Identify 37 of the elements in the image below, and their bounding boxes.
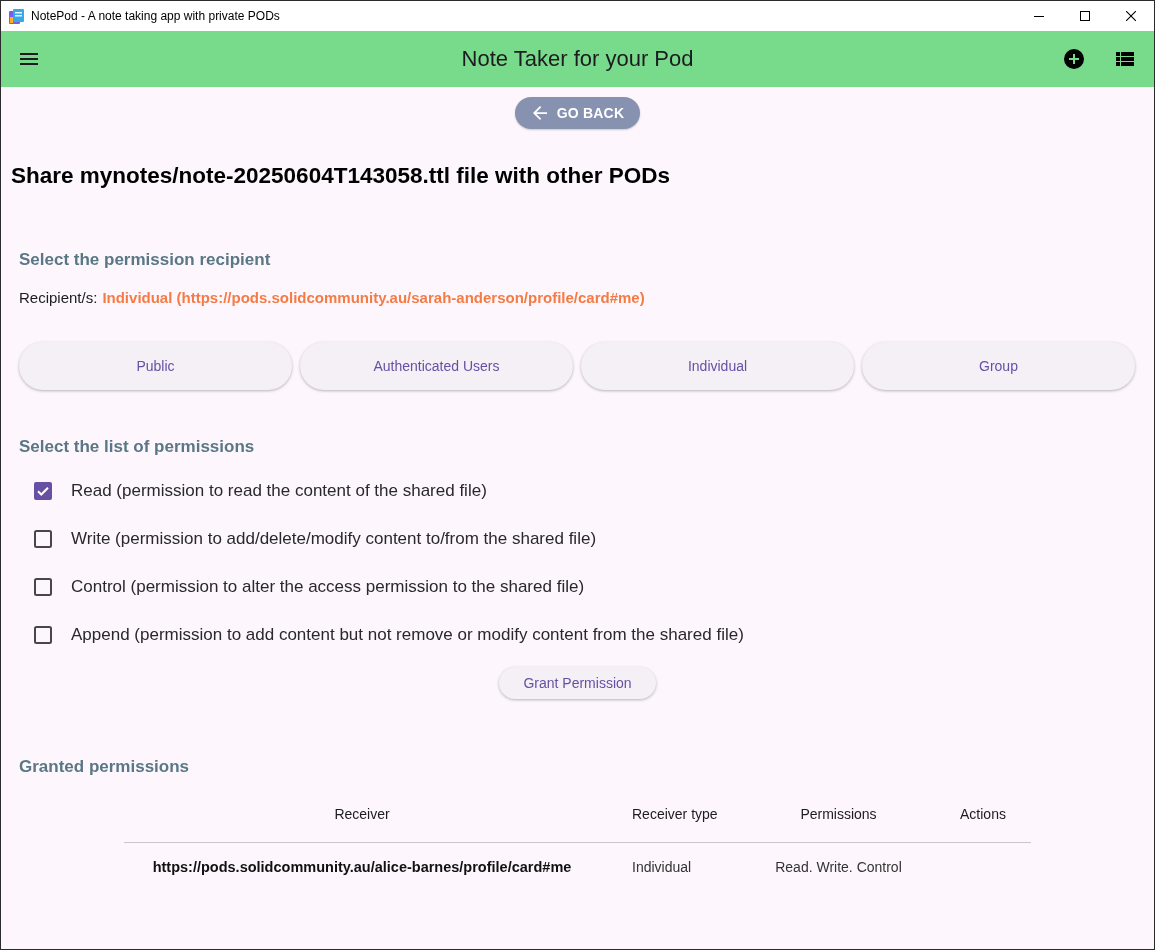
menu-icon[interactable] — [20, 53, 38, 65]
add-circle-icon[interactable] — [1064, 49, 1084, 69]
recipient-option-button[interactable]: Public — [19, 342, 292, 390]
table-cell-text: https://pods.solidcommunity.au/alice-barnes/profile/card#me — [151, 859, 573, 875]
column-header: Permissions — [799, 806, 878, 822]
grant-permission-button[interactable]: Grant Permission — [499, 667, 656, 699]
recipient-option-button[interactable]: Authenticated Users — [300, 342, 573, 390]
app-bar-title: Note Taker for your Pod — [461, 46, 694, 72]
checkbox[interactable] — [34, 482, 52, 500]
column-header: Actions — [959, 806, 1007, 822]
go-back-button[interactable]: GO BACK — [514, 97, 641, 129]
section-title: Select the permission recipient — [19, 250, 272, 270]
arrow-left-icon — [532, 106, 547, 120]
table-cell-text: Individual — [631, 859, 693, 875]
recipient-value: Individual (https://pods.solidcommunity.au/sarah-anderson/profile/card#me) — [102, 289, 645, 306]
recipient-option-button[interactable]: Individual — [581, 342, 854, 390]
column-header: Receiver — [333, 806, 391, 822]
close-icon[interactable] — [1126, 11, 1136, 21]
column-header: Receiver type — [631, 806, 719, 822]
page-heading: Share mynotes/note-20250604T143058.ttl file with other PODs — [11, 163, 671, 189]
table-cell-text: Read. Write. Control — [774, 859, 903, 875]
recipient-option-button[interactable]: Group — [862, 342, 1135, 390]
permission-label: Read (permission to read the content of the shared file) — [71, 481, 487, 501]
recipient-label: Recipient/s: — [19, 289, 98, 306]
permission-label: Write (permission to add/delete/modify content to/from the shared file) — [71, 529, 597, 549]
checkbox[interactable] — [34, 530, 52, 548]
permission-label: Append (permission to add content but not remove or modify content from the shared file) — [71, 625, 744, 645]
maximize-icon[interactable] — [1080, 11, 1090, 21]
checkbox[interactable] — [34, 578, 52, 596]
minimize-icon[interactable] — [1034, 15, 1044, 17]
window-title: NotePod - A note taking app with private PODs — [31, 9, 280, 23]
section-title: Granted permissions — [19, 757, 191, 777]
section-title: Select the list of permissions — [19, 437, 256, 457]
permission-label: Control (permission to alter the access permission to the shared file) — [71, 577, 585, 597]
notebook-icon — [9, 8, 24, 24]
list-icon[interactable] — [1116, 52, 1134, 66]
checkbox[interactable] — [34, 626, 52, 644]
